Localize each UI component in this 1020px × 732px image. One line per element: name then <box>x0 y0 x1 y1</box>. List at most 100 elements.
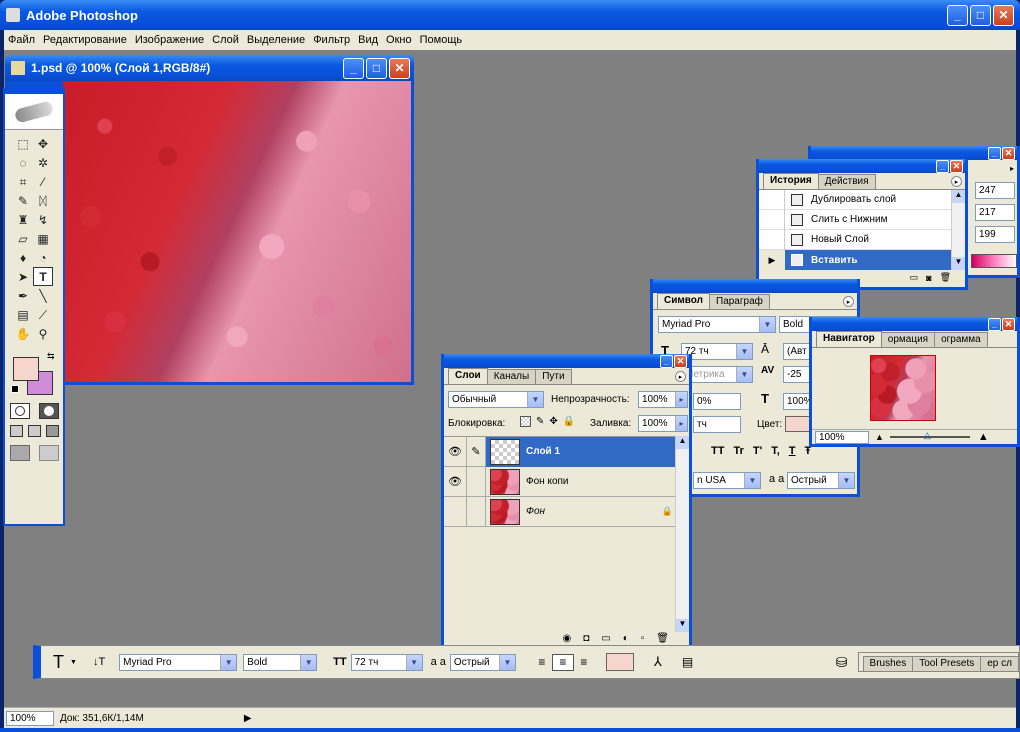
tab-info[interactable]: ормация <box>880 332 936 347</box>
layer-brush-link-icon[interactable]: ✎ <box>466 436 486 467</box>
zoom-in-icon[interactable]: ▲ <box>978 431 989 443</box>
layers-scrollbar[interactable]: ▲ ▼ <box>675 436 689 632</box>
align-left-icon[interactable]: ≡ <box>532 654 552 671</box>
blur-tool-icon[interactable]: ♦ <box>13 248 33 267</box>
zoom-tool-icon[interactable]: ⚲ <box>33 324 53 343</box>
standard-mode-icon[interactable] <box>9 403 30 419</box>
clone-stamp-icon[interactable]: ♜ <box>13 210 33 229</box>
layer-row[interactable]: 👁 Фон копи <box>444 466 689 497</box>
history-scrollbar[interactable]: ▲ ▼ <box>951 190 965 270</box>
pen-tool-icon[interactable]: ✒ <box>13 286 33 305</box>
eraser-tool-icon[interactable]: ▱ <box>13 229 33 248</box>
new-snapshot-icon[interactable]: ◙ <box>926 273 931 283</box>
menu-item-window[interactable]: Окно <box>386 34 412 46</box>
history-menu-icon[interactable]: ▸ <box>951 176 962 187</box>
color-panel-min-icon[interactable]: _ <box>988 146 1001 160</box>
slice-tool-icon[interactable]: ⁄ <box>33 172 53 191</box>
doc-minimize-icon[interactable]: _ <box>343 57 364 79</box>
text-orientation-icon[interactable]: ↓T <box>93 656 105 668</box>
history-item[interactable]: Новый Слой <box>759 229 965 250</box>
color-panel-menu-icon[interactable]: ▸ <box>1010 164 1014 173</box>
history-close-icon[interactable]: ✕ <box>950 159 963 173</box>
menu-item-file[interactable]: Файл <box>8 34 35 46</box>
lock-transparency-icon[interactable] <box>520 416 531 427</box>
fill-field[interactable]: 100% ▸ <box>638 415 688 432</box>
file-browser-icon[interactable]: ⛁ <box>836 654 848 671</box>
screen-mode-full-icon[interactable] <box>45 425 59 437</box>
palette-well-tab-brushes[interactable]: Brushes <box>862 656 914 671</box>
tab-histogram[interactable]: ограмма <box>934 332 988 347</box>
opacity-field[interactable]: 100% ▸ <box>638 391 688 408</box>
palettes-toggle-icon[interactable]: ▤ <box>682 655 693 669</box>
tab-navigator[interactable]: Навигатор <box>816 331 882 347</box>
history-min-icon[interactable]: _ <box>936 159 949 173</box>
foreground-color-swatch[interactable] <box>13 357 39 381</box>
minimize-icon[interactable]: _ <box>947 4 968 26</box>
magic-wand-icon[interactable]: ✲ <box>33 153 53 172</box>
options-size-field[interactable]: 72 тч ▼ <box>350 653 423 671</box>
character-vscale-field[interactable]: 0% <box>693 393 741 410</box>
menu-item-filter[interactable]: Фильтр <box>313 34 350 46</box>
layer-row[interactable]: Фон 🔒 <box>444 496 689 527</box>
align-right-icon[interactable]: ≡ <box>574 654 594 671</box>
navigator-min-icon[interactable]: _ <box>988 317 1001 331</box>
character-font-select[interactable]: Myriad Pro ▼ <box>658 316 776 333</box>
menu-item-image[interactable]: Изображение <box>135 34 204 46</box>
swap-colors-icon[interactable]: ⇆ <box>47 351 55 362</box>
character-baseline-field[interactable]: тч <box>693 416 741 433</box>
menu-item-layer[interactable]: Слой <box>212 34 239 46</box>
lasso-tool-icon[interactable]: ◌ <box>13 153 33 172</box>
palette-well-tab-layer-comps[interactable]: ер сл <box>980 656 1019 671</box>
color-value-g[interactable]: 217 <box>975 204 1015 221</box>
history-item-selected[interactable]: ▶ Вставить <box>759 250 965 270</box>
warp-text-icon[interactable]: ⅄ <box>654 654 662 670</box>
character-menu-icon[interactable]: ▸ <box>843 296 854 307</box>
marquee-tool-icon[interactable]: ⬚ <box>13 134 33 153</box>
palette-well-tab-tool-presets[interactable]: Tool Presets <box>912 656 982 671</box>
zoom-out-icon[interactable]: ▲ <box>875 432 884 442</box>
doc-close-icon[interactable]: ✕ <box>389 57 410 79</box>
gradient-tool-icon[interactable]: ▦ <box>33 229 53 248</box>
character-language-select[interactable]: n USA ▼ <box>693 472 761 489</box>
color-value-b[interactable]: 199 <box>975 226 1015 243</box>
screen-mode-menubar-icon[interactable] <box>27 425 41 437</box>
crop-tool-icon[interactable]: ⌗ <box>13 172 33 191</box>
new-document-from-state-icon[interactable]: ▭ <box>910 272 919 283</box>
navigator-close-icon[interactable]: ✕ <box>1002 317 1015 331</box>
history-brush-source-icon[interactable]: ▶ <box>759 250 785 270</box>
layers-min-icon[interactable]: _ <box>660 354 673 368</box>
all-caps-button[interactable]: TT <box>711 445 724 457</box>
lock-all-icon[interactable]: 🔒 <box>563 416 575 427</box>
color-panel-close-icon[interactable]: ✕ <box>1002 146 1015 160</box>
close-icon[interactable]: ✕ <box>993 4 1014 26</box>
menu-item-edit[interactable]: Редактирование <box>43 34 127 46</box>
type-tool-preset-icon[interactable]: T <box>53 652 64 673</box>
options-style-select[interactable]: Bold ▼ <box>243 653 318 671</box>
tab-layers[interactable]: Слои <box>448 368 488 384</box>
layer-row[interactable]: 👁 ✎ Слой 1 <box>444 436 689 467</box>
lock-image-icon[interactable]: ✎ <box>536 416 544 427</box>
navigator-zoom-slider[interactable]: △ <box>889 430 970 440</box>
character-antialias-select[interactable]: Острый ▼ <box>787 472 855 489</box>
layer-visibility-eye-icon[interactable]: 👁 <box>444 445 466 458</box>
layers-close-icon[interactable]: ✕ <box>674 354 687 368</box>
navigator-zoom-field[interactable]: 100% <box>815 430 869 444</box>
dodge-tool-icon[interactable]: ◔ <box>33 248 53 267</box>
eyedropper-icon[interactable]: ⟋ <box>33 305 53 324</box>
move-tool-icon[interactable]: ✥ <box>33 134 53 153</box>
tab-paths[interactable]: Пути <box>535 369 572 384</box>
align-center-icon[interactable]: ≡ <box>551 653 574 671</box>
navigator-thumbnail[interactable] <box>870 355 936 421</box>
history-brush-icon[interactable]: ↯ <box>33 210 53 229</box>
lock-position-icon[interactable]: ✥ <box>549 416 557 427</box>
maximize-icon[interactable]: □ <box>970 4 991 26</box>
preset-dropdown-icon[interactable]: ▼ <box>70 659 77 666</box>
tab-channels[interactable]: Каналы <box>486 369 537 384</box>
brush-tool-icon[interactable]: ᛞ <box>33 191 53 210</box>
quick-mask-icon[interactable] <box>38 403 59 419</box>
options-antialias-select[interactable]: Острый ▼ <box>449 653 516 671</box>
line-tool-icon[interactable]: ╲ <box>33 286 53 305</box>
underline-button[interactable]: T <box>789 445 796 457</box>
tab-paragraph[interactable]: Параграф <box>709 294 770 309</box>
small-caps-button[interactable]: Tr <box>733 445 743 457</box>
